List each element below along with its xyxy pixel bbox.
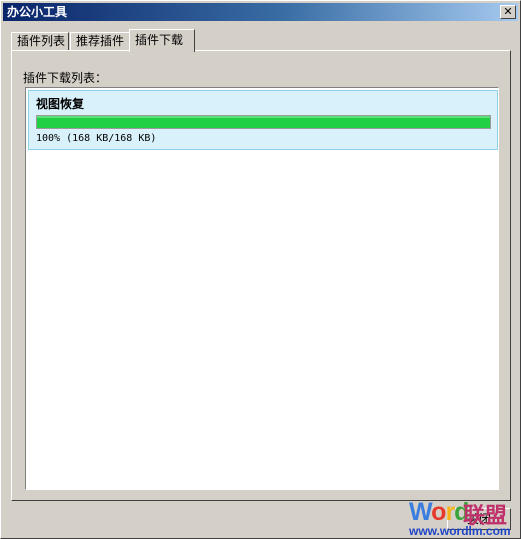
download-list-label: 插件下载列表： (23, 71, 108, 85)
download-progress-bar (36, 115, 491, 129)
tab-recommended-plugins[interactable]: 推荐插件 (70, 32, 130, 51)
close-button[interactable]: 关闭 (447, 508, 511, 530)
download-listbox[interactable]: 视图恢复 100% (168 KB/168 KB) (25, 87, 499, 490)
list-item[interactable]: 视图恢复 100% (168 KB/168 KB) (28, 90, 498, 150)
tab-plugin-download[interactable]: 插件下载 (129, 29, 195, 52)
plugin-tool-window: 办公小工具 ✕ 插件列表 推荐插件 插件下载 插件下载列表： 视图恢复 100%… (0, 0, 521, 539)
download-progress-fill (37, 116, 490, 128)
plugin-name: 视图恢复 (36, 97, 85, 111)
download-status: 100% (168 KB/168 KB) (36, 133, 157, 144)
title-bar[interactable]: 办公小工具 ✕ (3, 3, 518, 21)
window-title: 办公小工具 (7, 5, 68, 19)
tab-plugin-list[interactable]: 插件列表 (11, 32, 69, 51)
close-icon[interactable]: ✕ (500, 5, 516, 19)
